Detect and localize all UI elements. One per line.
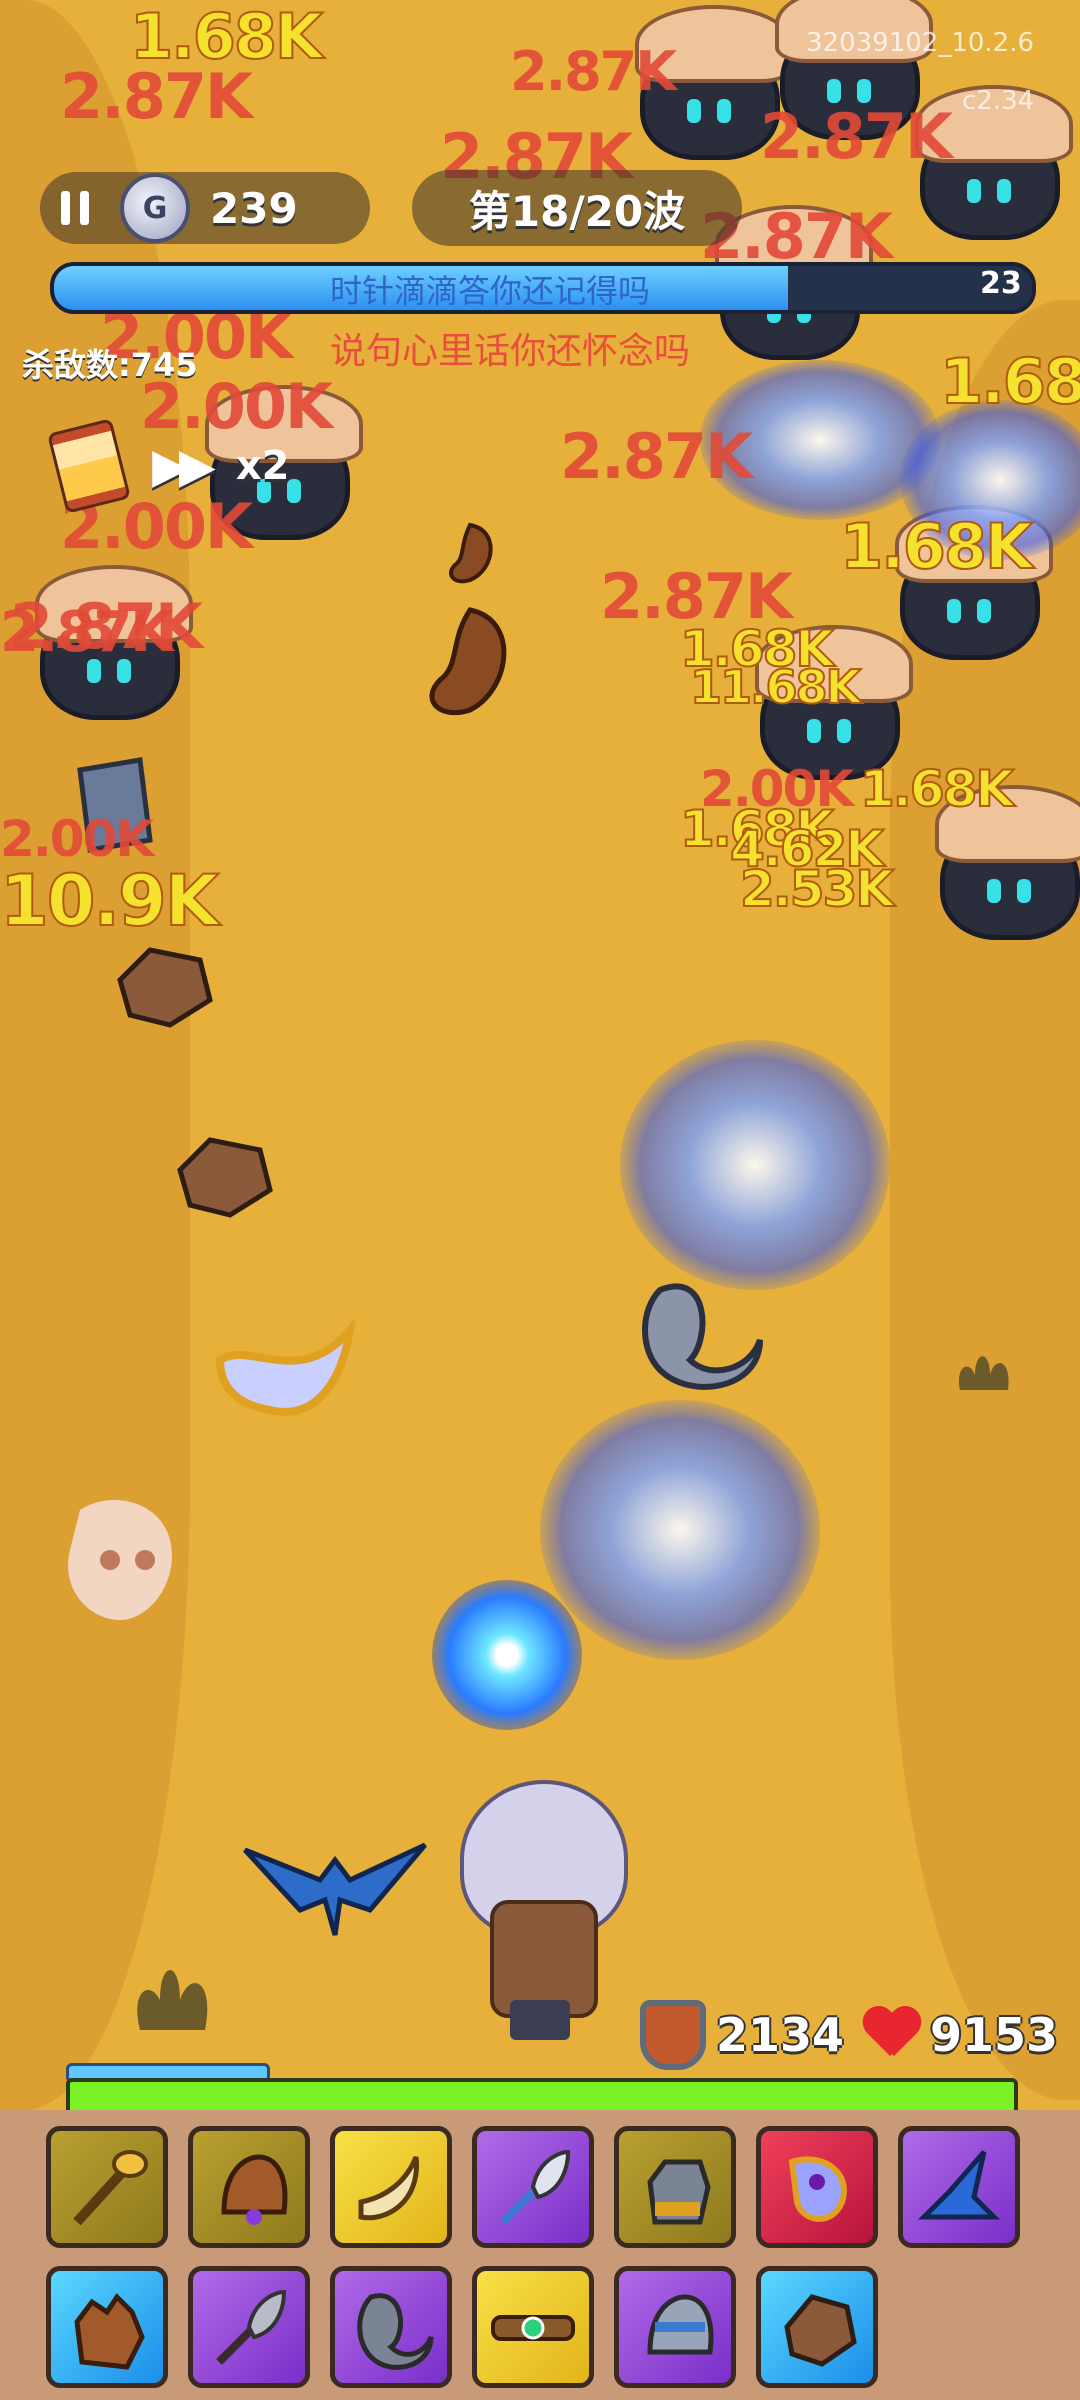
cactus-decoration: [958, 1356, 1009, 1390]
game-field: 1.68K 2.87K 2.87K 2.87K 2.87K 2.87K 2.00…: [0, 0, 1080, 2110]
damage-number: 2.00K: [700, 760, 854, 818]
speed-multiplier: x2: [235, 443, 290, 489]
cactus-decoration: [137, 1970, 208, 2030]
skill-wizard-hat[interactable]: [898, 2126, 1020, 2248]
damage-number: 2.87K: [600, 560, 793, 633]
damage-number: 2.00K: [0, 810, 154, 868]
skill-stone[interactable]: [756, 2266, 878, 2388]
skill-bell[interactable]: [188, 2126, 310, 2248]
bone-skull-decoration: [68, 1500, 172, 1620]
blue-bird-pet: [243, 1842, 427, 1936]
horn-icon: [358, 2156, 419, 2221]
boss-name: 时针滴滴答你还记得吗: [330, 272, 651, 310]
quill-icon: [216, 2289, 287, 2365]
build-watermark: c2.34: [962, 86, 1035, 116]
seed-projectile: [429, 607, 507, 716]
lightning-orb: [432, 1580, 582, 1730]
speed-control[interactable]: ▶▶ x2: [47, 418, 306, 514]
damage-number: 1.68K: [939, 344, 1080, 419]
lyric-subtitle: 说句心里话你还怀念吗: [330, 331, 691, 372]
rock-projectile: [177, 1137, 273, 1218]
damage-number: 11.68K: [689, 659, 862, 715]
version-watermark: 32039102_10.2.6: [806, 28, 1035, 58]
skill-quill-sword[interactable]: [188, 2266, 310, 2388]
rock-projectile: [117, 947, 213, 1028]
damage-number: 2.87K: [60, 60, 253, 133]
skill-leather-glove[interactable]: [46, 2266, 168, 2388]
player-stats: 2134 9153: [640, 2000, 1076, 2070]
damage-number: 10.9K: [0, 859, 220, 943]
damage-number: 2.87K: [560, 420, 753, 493]
skill-amulet[interactable]: [756, 2126, 878, 2248]
glove-icon: [74, 2293, 145, 2370]
hourglass-icon[interactable]: [47, 418, 131, 514]
fast-forward-icon[interactable]: ▶▶: [152, 438, 216, 494]
tornado-effect: [620, 1040, 890, 1290]
skill-golden-staff[interactable]: [46, 2126, 168, 2248]
coin-count: 239: [210, 183, 298, 233]
staff-icon: [73, 2150, 148, 2226]
silver-bell-icon: [647, 2294, 714, 2355]
damage-number: 2.87K: [760, 100, 953, 173]
defense-value: 2134: [716, 2008, 845, 2062]
damage-number: 1.68K: [839, 509, 1034, 584]
wizard-hat-icon: [917, 2150, 1001, 2220]
kill-counter: 杀敌数:745: [22, 346, 198, 384]
feather-icon: [500, 2149, 571, 2225]
skill-gauntlet[interactable]: [614, 2126, 736, 2248]
amulet-icon: [788, 2156, 847, 2222]
top-left-panel: G 239: [40, 172, 370, 244]
stone-icon: [784, 2294, 857, 2367]
damage-number: 2.53K: [739, 859, 895, 919]
amulet-projectile: [215, 1320, 356, 1416]
coin-icon: G: [120, 173, 190, 243]
gauntlet-icon: [647, 2159, 711, 2225]
skill-tray: [0, 2110, 1080, 2400]
wave-indicator: 第18/20波: [412, 170, 742, 246]
damage-number: 2.87K: [510, 40, 677, 103]
seed-projectile: [449, 522, 493, 584]
belt-icon: [491, 2315, 575, 2341]
damage-number: 1.68K: [859, 759, 1015, 819]
shield-icon: [640, 2000, 706, 2070]
skill-silver-bell[interactable]: [614, 2266, 736, 2388]
heart-icon: [862, 2008, 920, 2062]
skill-horn[interactable]: [330, 2126, 452, 2248]
skill-belt[interactable]: [472, 2266, 594, 2388]
skill-feather-wand[interactable]: [472, 2126, 594, 2248]
bell-icon: [221, 2154, 288, 2225]
moon-icon: [357, 2293, 434, 2370]
boss-count: 23: [980, 266, 1022, 301]
hero-character: [450, 1780, 630, 2040]
tornado-effect: [540, 1400, 820, 1660]
hero-legs: [510, 2000, 570, 2040]
skill-moon-charm[interactable]: [330, 2266, 452, 2388]
damage-number: 2.87K: [0, 600, 174, 665]
crab-enemy: [935, 785, 1080, 940]
health-value: 9153: [930, 2008, 1059, 2062]
pause-button[interactable]: [40, 172, 110, 244]
